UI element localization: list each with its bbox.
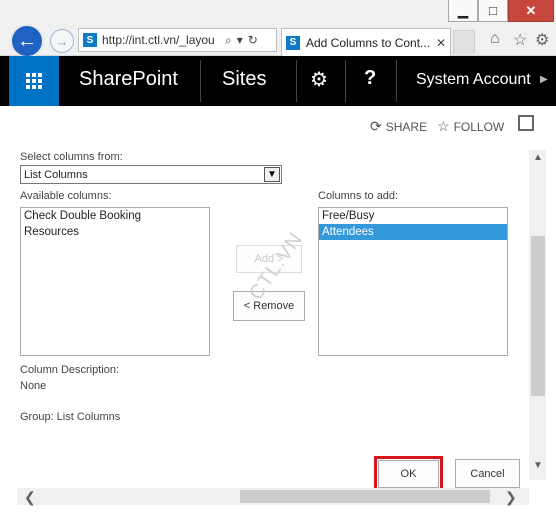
waffle-icon	[26, 73, 42, 89]
divider	[200, 60, 201, 102]
share-label: SHARE	[385, 119, 428, 134]
maximize-button[interactable]: □	[478, 0, 508, 22]
dropdown-icon[interactable]: ▾	[237, 33, 243, 47]
divider	[296, 60, 297, 102]
share-icon: ⟳	[370, 118, 382, 134]
select-columns-label: Select columns from:	[20, 151, 123, 163]
tab-close-icon[interactable]: ✕	[436, 36, 446, 50]
sites-link[interactable]: Sites	[222, 68, 266, 91]
horizontal-scroll-thumb[interactable]	[240, 490, 490, 503]
address-url[interactable]: http://int.ctl.vn/_layou	[102, 33, 220, 47]
divider	[396, 60, 397, 102]
forward-button[interactable]: →	[50, 29, 74, 53]
tab-favicon-icon: S	[286, 35, 300, 50]
new-tab-button[interactable]	[453, 30, 475, 54]
app-launcher-button[interactable]	[9, 56, 59, 106]
close-window-button[interactable]: ✕	[508, 0, 554, 22]
divider	[345, 60, 346, 102]
select-value: List Columns	[24, 168, 88, 181]
forward-arrow-icon: →	[55, 33, 69, 49]
account-menu[interactable]: System Account	[416, 71, 531, 89]
scroll-up-icon[interactable]: ▲	[533, 152, 543, 163]
group-text: Group: List Columns	[20, 411, 121, 423]
ok-button[interactable]: OK	[378, 460, 439, 488]
address-bar[interactable]: S http://int.ctl.vn/_layou ⌕ ▾ ↻	[78, 28, 277, 52]
list-item[interactable]: Free/Busy	[319, 208, 507, 224]
column-description-label: Column Description:	[20, 364, 120, 376]
available-columns-listbox[interactable]: Check Double Booking Resources	[20, 207, 210, 356]
list-item[interactable]: Resources	[21, 224, 209, 240]
back-arrow-icon: ←	[17, 29, 37, 52]
settings-gear-icon[interactable]: ⚙	[310, 67, 328, 92]
share-action[interactable]: ⟳ SHARE	[370, 118, 427, 135]
minimize-button[interactable]: ▁	[448, 0, 478, 22]
scroll-down-icon[interactable]: ▼	[533, 460, 543, 471]
suite-bar: SharePoint Sites ⚙ ? System Account ▶	[0, 56, 556, 106]
chevron-down-icon[interactable]: ▼	[264, 167, 280, 182]
sharepoint-favicon-icon: S	[83, 33, 97, 47]
account-dropdown-icon[interactable]: ▶	[540, 74, 548, 85]
browser-chrome: ▁ □ ✕ ← → S http://int.ctl.vn/_layou ⌕ ▾…	[0, 0, 556, 58]
favorites-star-icon[interactable]: ☆	[513, 30, 527, 50]
sharepoint-brand[interactable]: SharePoint	[79, 68, 178, 91]
focus-content-icon[interactable]	[518, 115, 534, 131]
column-group-select[interactable]: List Columns ▼	[20, 165, 282, 184]
star-icon: ☆	[437, 118, 450, 134]
list-item-selected[interactable]: Attendees	[319, 224, 507, 240]
tab-title: Add Columns to Cont...	[306, 35, 431, 50]
search-icon[interactable]: ⌕	[225, 33, 232, 48]
list-item[interactable]: Check Double Booking	[21, 208, 209, 224]
vertical-scroll-thumb[interactable]	[531, 236, 545, 396]
browser-tab[interactable]: S Add Columns to Cont... ✕	[281, 28, 451, 56]
columns-to-add-label: Columns to add:	[318, 190, 399, 202]
help-icon[interactable]: ?	[364, 67, 376, 90]
cancel-button[interactable]: Cancel	[455, 459, 520, 488]
follow-label: FOLLOW	[453, 119, 505, 134]
columns-to-add-listbox[interactable]: Free/Busy Attendees	[318, 207, 508, 356]
available-columns-label: Available columns:	[20, 190, 112, 202]
back-button[interactable]: ←	[10, 24, 44, 58]
scroll-right-icon[interactable]: ❯	[505, 489, 517, 506]
home-icon[interactable]: ⌂	[490, 30, 500, 48]
refresh-icon[interactable]: ↻	[248, 33, 258, 47]
scroll-left-icon[interactable]: ❮	[24, 489, 36, 506]
follow-action[interactable]: ☆ FOLLOW	[437, 118, 504, 135]
column-description-value: None	[20, 380, 47, 392]
settings-gear-icon[interactable]: ⚙	[535, 30, 549, 50]
